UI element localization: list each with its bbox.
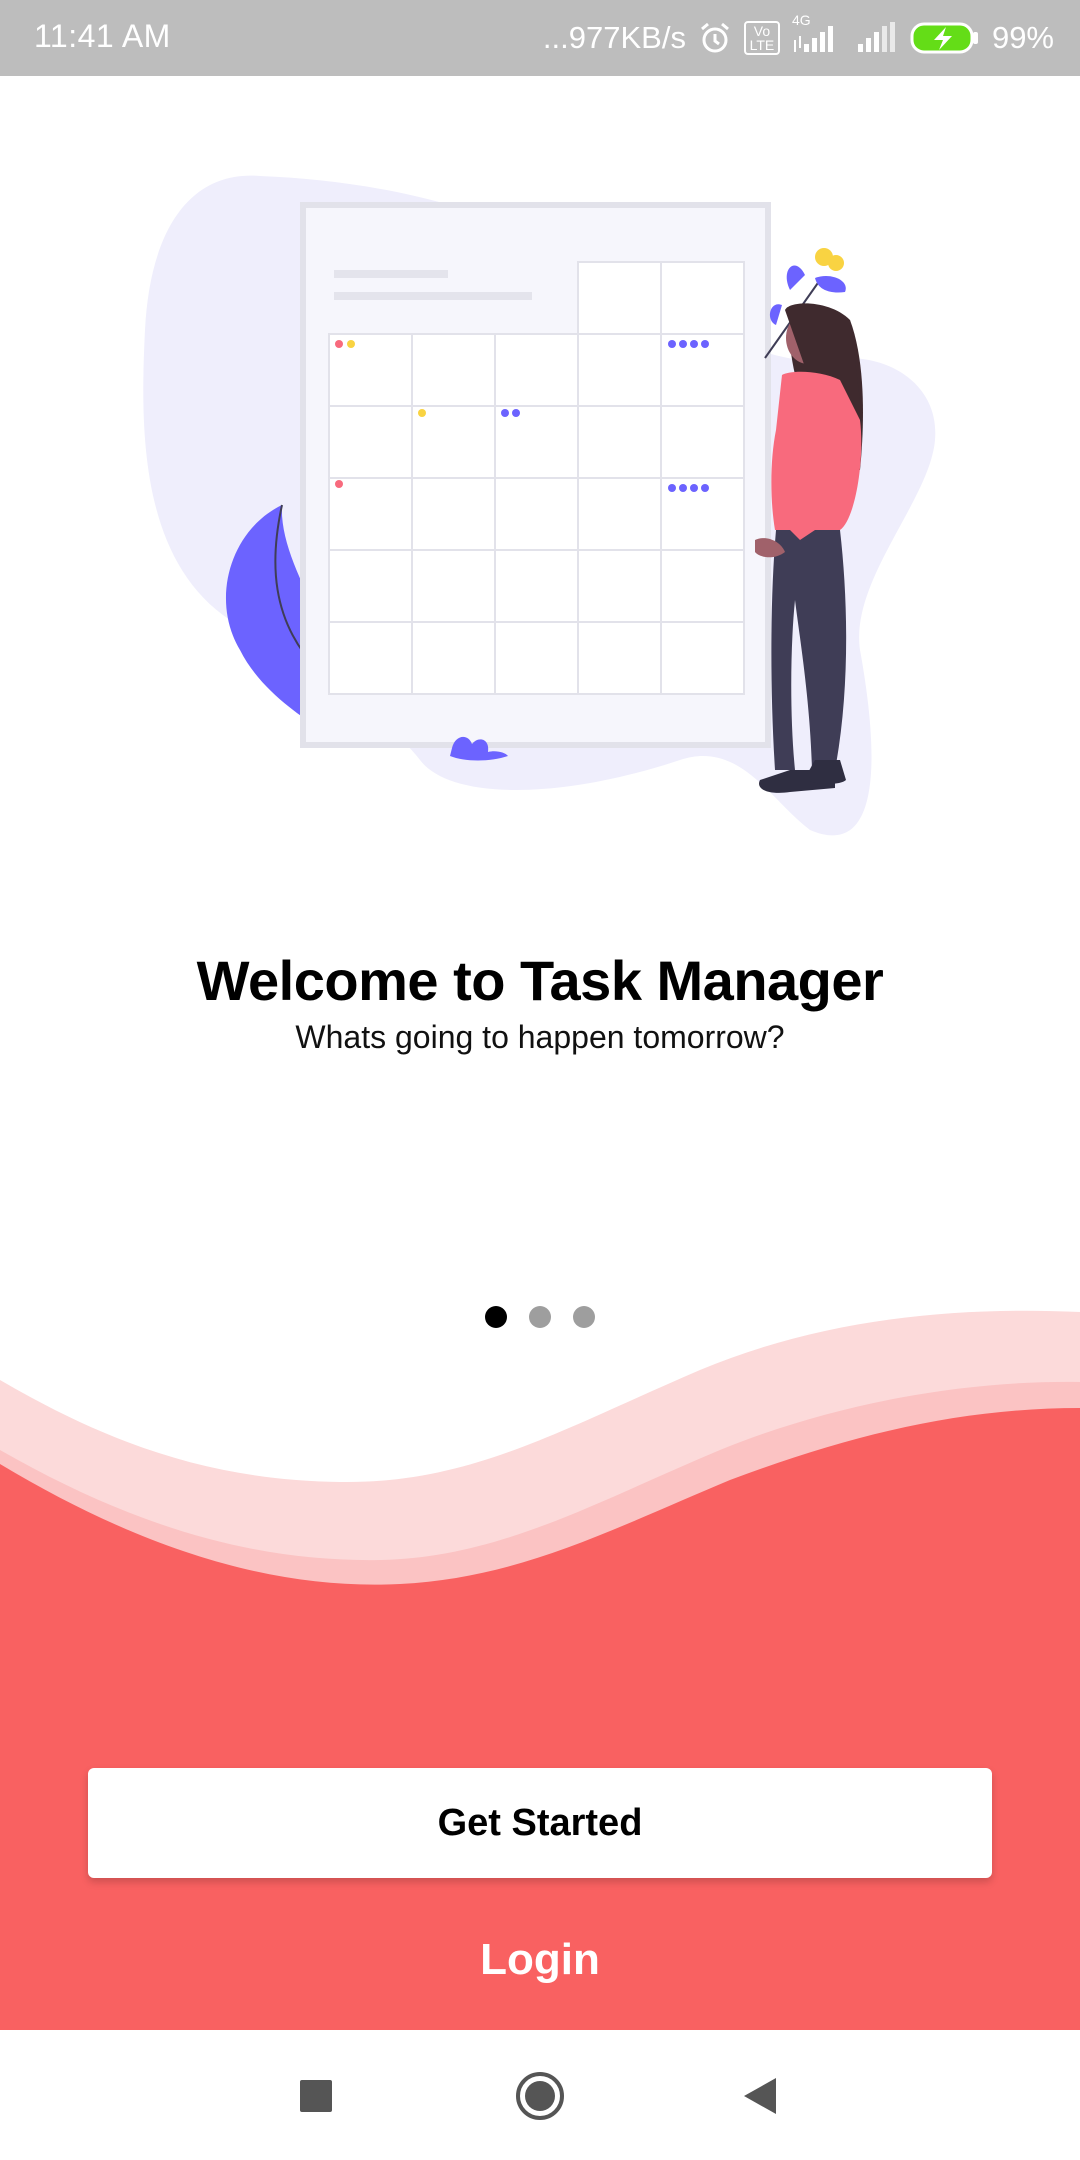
status-icons: ...977KB/s Vo LTE 4G 99% bbox=[542, 12, 1054, 62]
status-bar: 11:41 AM ...977KB/s Vo LTE 4G 99% bbox=[0, 0, 1080, 76]
alarm-icon bbox=[698, 21, 732, 55]
get-started-button[interactable]: Get Started bbox=[88, 1768, 992, 1878]
back-triangle-icon[interactable] bbox=[730, 2066, 790, 2126]
home-circle-icon[interactable] bbox=[510, 2066, 570, 2126]
network-type: 4G bbox=[792, 12, 842, 54]
page-dot[interactable] bbox=[573, 1306, 595, 1328]
battery-percent: 99% bbox=[991, 20, 1054, 55]
welcome-subtitle: Whats going to happen tomorrow? bbox=[295, 1019, 785, 1055]
page-indicator bbox=[0, 1306, 1080, 1328]
welcome-section: Welcome to Task Manager Whats going to h… bbox=[0, 946, 1080, 1058]
net-speed: ...977KB/s bbox=[542, 20, 686, 55]
system-nav-bar bbox=[0, 2030, 1080, 2160]
volte-icon: Vo LTE bbox=[743, 21, 780, 55]
status-time: 11:41 AM bbox=[34, 18, 171, 54]
battery-charging-icon bbox=[910, 21, 980, 55]
welcome-title: Welcome to Task Manager bbox=[196, 949, 884, 1012]
recents-square-icon[interactable] bbox=[286, 2066, 346, 2126]
page-dot-active[interactable] bbox=[485, 1306, 507, 1328]
calendar-illustration bbox=[143, 175, 936, 836]
page-dot[interactable] bbox=[529, 1306, 551, 1328]
login-button[interactable]: Login bbox=[340, 1920, 740, 2000]
signal-icon bbox=[854, 22, 898, 54]
